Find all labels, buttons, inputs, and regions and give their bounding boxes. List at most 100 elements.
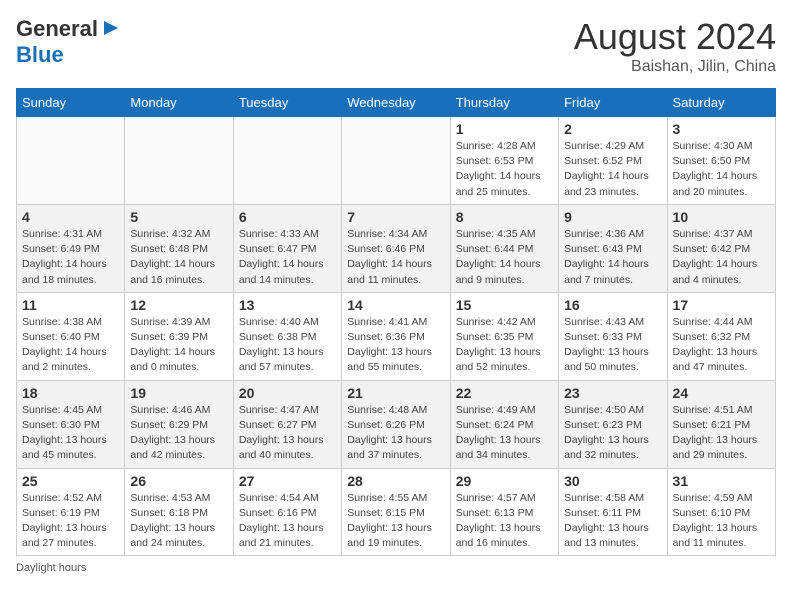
day-info: Sunrise: 4:43 AM Sunset: 6:33 PM Dayligh…: [564, 315, 661, 376]
calendar-day-cell: 7 Sunrise: 4:34 AM Sunset: 6:46 PM Daylig…: [342, 204, 450, 292]
day-number: 26: [130, 473, 227, 489]
title-block: August 2024 Baishan, Jilin, China: [574, 16, 776, 76]
day-info: Sunrise: 4:50 AM Sunset: 6:23 PM Dayligh…: [564, 403, 661, 464]
calendar-day-cell: 14 Sunrise: 4:41 AM Sunset: 6:36 PM Dayli…: [342, 292, 450, 380]
day-number: 25: [22, 473, 119, 489]
day-info: Sunrise: 4:59 AM Sunset: 6:10 PM Dayligh…: [673, 491, 770, 552]
calendar-day-cell: 16 Sunrise: 4:43 AM Sunset: 6:33 PM Dayli…: [559, 292, 667, 380]
day-number: 15: [456, 297, 553, 313]
calendar-day-cell: [342, 117, 450, 205]
calendar-day-cell: 20 Sunrise: 4:47 AM Sunset: 6:27 PM Dayli…: [233, 380, 341, 468]
day-info: Sunrise: 4:34 AM Sunset: 6:46 PM Dayligh…: [347, 227, 444, 288]
calendar-day-cell: 13Sunrise: 4:40 AM Sunset: 6:38 PM Dayli…: [233, 292, 341, 380]
calendar-day-cell: 19 Sunrise: 4:46 AM Sunset: 6:29 PM Dayli…: [125, 380, 233, 468]
day-info: Sunrise: 4:42 AM Sunset: 6:35 PM Dayligh…: [456, 315, 553, 376]
day-info: Sunrise: 4:54 AM Sunset: 6:16 PM Dayligh…: [239, 491, 336, 552]
day-info: Sunrise: 4:36 AM Sunset: 6:43 PM Dayligh…: [564, 227, 661, 288]
day-number: 1: [456, 121, 553, 137]
day-number: 23: [564, 385, 661, 401]
day-number: 7: [347, 209, 444, 225]
day-info: Sunrise: 4:31 AM Sunset: 6:49 PM Dayligh…: [22, 227, 119, 288]
calendar-day-cell: 22 Sunrise: 4:49 AM Sunset: 6:24 PM Dayli…: [450, 380, 558, 468]
calendar-day-cell: 11Sunrise: 4:38 AM Sunset: 6:40 PM Dayli…: [17, 292, 125, 380]
calendar-day-cell: 2Sunrise: 4:29 AM Sunset: 6:52 PM Daylig…: [559, 117, 667, 205]
calendar-day-cell: 4 Sunrise: 4:31 AM Sunset: 6:49 PM Daylig…: [17, 204, 125, 292]
day-info: Sunrise: 4:41 AM Sunset: 6:36 PM Dayligh…: [347, 315, 444, 376]
location-subtitle: Baishan, Jilin, China: [574, 58, 776, 76]
calendar-day-cell: 15 Sunrise: 4:42 AM Sunset: 6:35 PM Dayli…: [450, 292, 558, 380]
day-number: 20: [239, 385, 336, 401]
calendar-day-cell: 25Sunrise: 4:52 AM Sunset: 6:19 PM Dayli…: [17, 468, 125, 556]
day-info: Sunrise: 4:37 AM Sunset: 6:42 PM Dayligh…: [673, 227, 770, 288]
day-number: 8: [456, 209, 553, 225]
day-number: 2: [564, 121, 661, 137]
calendar-day-cell: 30Sunrise: 4:58 AM Sunset: 6:11 PM Dayli…: [559, 468, 667, 556]
calendar-day-cell: 31Sunrise: 4:59 AM Sunset: 6:10 PM Dayli…: [667, 468, 775, 556]
day-info: Sunrise: 4:57 AM Sunset: 6:13 PM Dayligh…: [456, 491, 553, 552]
month-year-title: August 2024: [574, 16, 776, 58]
calendar-day-cell: [233, 117, 341, 205]
calendar-day-cell: 26 Sunrise: 4:53 AM Sunset: 6:18 PM Dayli…: [125, 468, 233, 556]
day-info: Sunrise: 4:51 AM Sunset: 6:21 PM Dayligh…: [673, 403, 770, 464]
calendar-day-cell: 5 Sunrise: 4:32 AM Sunset: 6:48 PM Daylig…: [125, 204, 233, 292]
day-number: 18: [22, 385, 119, 401]
calendar-day-header: Saturday: [667, 89, 775, 117]
day-info: Sunrise: 4:48 AM Sunset: 6:26 PM Dayligh…: [347, 403, 444, 464]
calendar-day-cell: 6 Sunrise: 4:33 AM Sunset: 6:47 PM Daylig…: [233, 204, 341, 292]
logo-general-text: General: [16, 16, 98, 42]
day-number: 17: [673, 297, 770, 313]
calendar-header-row: SundayMondayTuesdayWednesdayThursdayFrid…: [17, 89, 776, 117]
day-number: 9: [564, 209, 661, 225]
day-info: Sunrise: 4:33 AM Sunset: 6:47 PM Dayligh…: [239, 227, 336, 288]
calendar-week-row: 25Sunrise: 4:52 AM Sunset: 6:19 PM Dayli…: [17, 468, 776, 556]
day-number: 5: [130, 209, 227, 225]
footer: Daylight hours: [16, 562, 776, 574]
day-number: 4: [22, 209, 119, 225]
day-info: Sunrise: 4:44 AM Sunset: 6:32 PM Dayligh…: [673, 315, 770, 376]
calendar-week-row: 18 Sunrise: 4:45 AM Sunset: 6:30 PM Dayli…: [17, 380, 776, 468]
calendar-day-cell: 8 Sunrise: 4:35 AM Sunset: 6:44 PM Daylig…: [450, 204, 558, 292]
day-number: 3: [673, 121, 770, 137]
day-number: 27: [239, 473, 336, 489]
calendar-day-cell: 17 Sunrise: 4:44 AM Sunset: 6:32 PM Dayli…: [667, 292, 775, 380]
calendar-day-cell: 28Sunrise: 4:55 AM Sunset: 6:15 PM Dayli…: [342, 468, 450, 556]
day-info: Sunrise: 4:39 AM Sunset: 6:39 PM Dayligh…: [130, 315, 227, 376]
day-number: 12: [130, 297, 227, 313]
day-info: Sunrise: 4:53 AM Sunset: 6:18 PM Dayligh…: [130, 491, 227, 552]
calendar-day-cell: 3Sunrise: 4:30 AM Sunset: 6:50 PM Daylig…: [667, 117, 775, 205]
calendar-day-header: Tuesday: [233, 89, 341, 117]
day-info: Sunrise: 4:28 AM Sunset: 6:53 PM Dayligh…: [456, 139, 553, 200]
calendar-day-cell: 27 Sunrise: 4:54 AM Sunset: 6:16 PM Dayli…: [233, 468, 341, 556]
day-info: Sunrise: 4:45 AM Sunset: 6:30 PM Dayligh…: [22, 403, 119, 464]
page-header: General Blue August 2024 Baishan, Jilin,…: [16, 16, 776, 76]
calendar-day-cell: 9 Sunrise: 4:36 AM Sunset: 6:43 PM Daylig…: [559, 204, 667, 292]
calendar-day-cell: 12 Sunrise: 4:39 AM Sunset: 6:39 PM Dayli…: [125, 292, 233, 380]
day-number: 21: [347, 385, 444, 401]
day-number: 13: [239, 297, 336, 313]
day-number: 24: [673, 385, 770, 401]
calendar-day-cell: 21 Sunrise: 4:48 AM Sunset: 6:26 PM Dayli…: [342, 380, 450, 468]
day-info: Sunrise: 4:49 AM Sunset: 6:24 PM Dayligh…: [456, 403, 553, 464]
day-info: Sunrise: 4:35 AM Sunset: 6:44 PM Dayligh…: [456, 227, 553, 288]
day-info: Sunrise: 4:32 AM Sunset: 6:48 PM Dayligh…: [130, 227, 227, 288]
calendar-day-header: Wednesday: [342, 89, 450, 117]
calendar-day-cell: [17, 117, 125, 205]
calendar-day-cell: 18 Sunrise: 4:45 AM Sunset: 6:30 PM Dayli…: [17, 380, 125, 468]
day-number: 14: [347, 297, 444, 313]
day-info: Sunrise: 4:46 AM Sunset: 6:29 PM Dayligh…: [130, 403, 227, 464]
daylight-label: Daylight hours: [16, 562, 86, 574]
calendar-week-row: 11Sunrise: 4:38 AM Sunset: 6:40 PM Dayli…: [17, 292, 776, 380]
calendar-week-row: 4 Sunrise: 4:31 AM Sunset: 6:49 PM Daylig…: [17, 204, 776, 292]
day-info: Sunrise: 4:47 AM Sunset: 6:27 PM Dayligh…: [239, 403, 336, 464]
day-number: 16: [564, 297, 661, 313]
logo-blue-text: Blue: [16, 42, 64, 67]
day-info: Sunrise: 4:55 AM Sunset: 6:15 PM Dayligh…: [347, 491, 444, 552]
calendar-day-header: Thursday: [450, 89, 558, 117]
day-number: 19: [130, 385, 227, 401]
calendar-day-cell: 10Sunrise: 4:37 AM Sunset: 6:42 PM Dayli…: [667, 204, 775, 292]
day-number: 22: [456, 385, 553, 401]
logo: General Blue: [16, 16, 122, 68]
calendar-day-cell: 24 Sunrise: 4:51 AM Sunset: 6:21 PM Dayli…: [667, 380, 775, 468]
day-number: 6: [239, 209, 336, 225]
day-info: Sunrise: 4:58 AM Sunset: 6:11 PM Dayligh…: [564, 491, 661, 552]
